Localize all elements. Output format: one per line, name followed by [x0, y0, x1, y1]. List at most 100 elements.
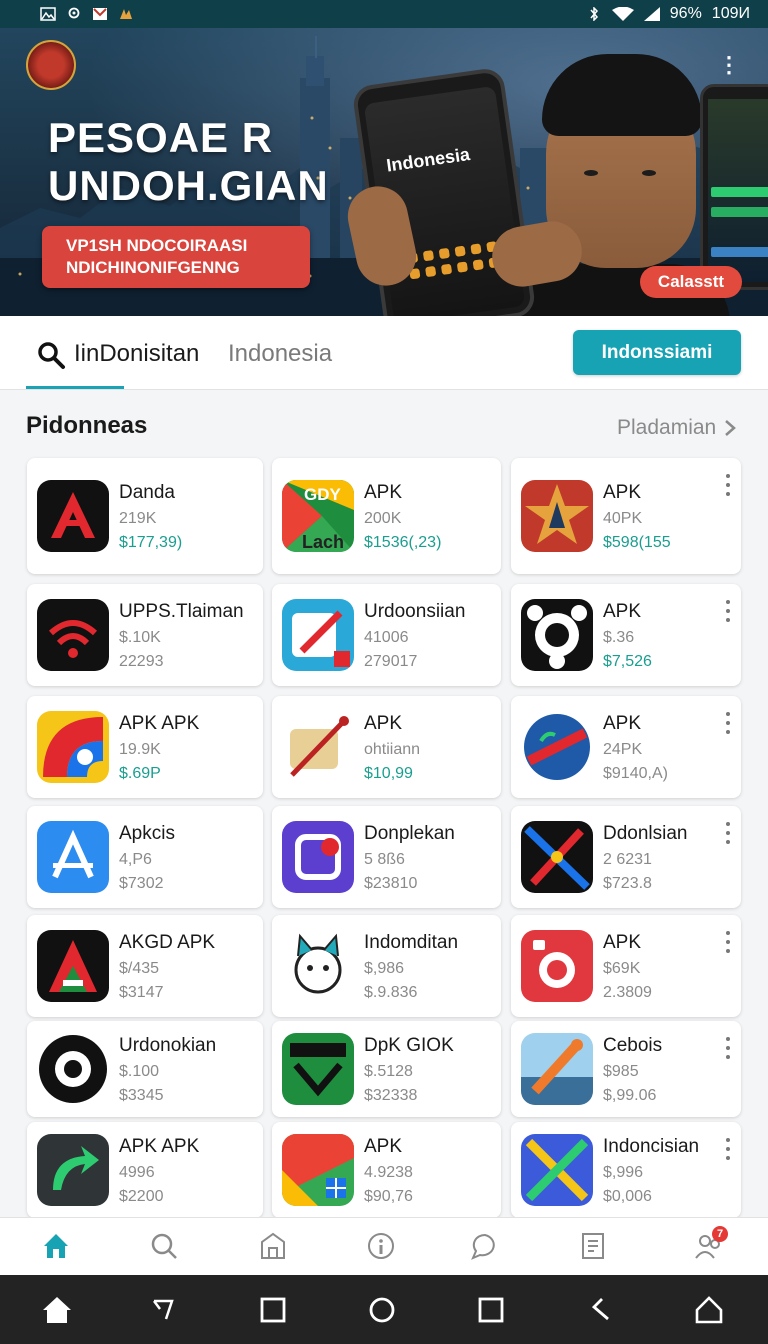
- location-icon: [68, 7, 80, 19]
- nav-home-icon[interactable]: [40, 1230, 72, 1262]
- system-back-icon[interactable]: [146, 1293, 180, 1327]
- more-options-icon[interactable]: ⋮: [718, 54, 740, 76]
- hero-banner[interactable]: PESOAE R UNDOH.GIAN VP1SH NDOCOIRAASI ND…: [0, 28, 768, 316]
- clock: 109И: [711, 5, 750, 22]
- app-card[interactable]: UPPS.Tlaiman $.10K 22293: [27, 584, 263, 686]
- card-more-icon[interactable]: [725, 600, 731, 622]
- app-meta: $.5128: [364, 1063, 413, 1080]
- wifi-swirl-icon: [37, 599, 109, 671]
- crossed-tools-icon: [521, 821, 593, 893]
- nav-store-icon[interactable]: [257, 1230, 289, 1262]
- app-card[interactable]: GDY Lach APK 200K $1536(,23): [272, 458, 501, 574]
- nav-document-icon[interactable]: [577, 1230, 609, 1262]
- card-more-icon[interactable]: [725, 712, 731, 734]
- search-bar: IinDonisitan Indonesia Indonssiami: [0, 316, 768, 390]
- system-circle-home-icon[interactable]: [365, 1293, 399, 1327]
- rainbow-swirl-icon: [37, 711, 109, 783]
- app-card[interactable]: Ddonlsian 2 6231 $723.8: [511, 806, 741, 908]
- app-price: 22293: [119, 653, 164, 670]
- app-meta: 4.9238: [364, 1164, 413, 1181]
- app-name: APK APK: [119, 713, 200, 734]
- app-price: $23810: [364, 875, 418, 892]
- status-bar: 96% 109И: [0, 0, 768, 28]
- system-navigation-bar: [0, 1275, 768, 1344]
- card-more-icon[interactable]: [725, 822, 731, 844]
- app-meta: $69K: [603, 960, 641, 977]
- crossed-pencil-icon: [521, 1134, 593, 1206]
- app-card[interactable]: APK 4.9238 $90,76: [272, 1122, 501, 1218]
- app-card[interactable]: APK 24PK $9140,A): [511, 696, 741, 798]
- app-card[interactable]: APK APK 4996 $2200: [27, 1122, 263, 1218]
- app-name: Urdoonsiian: [364, 601, 466, 622]
- chevron-right-icon: [725, 420, 737, 436]
- app-store-a-icon: [37, 821, 109, 893]
- app-card[interactable]: DpK GIOK $.5128 $32338: [272, 1021, 501, 1117]
- app-card[interactable]: APK APK 19.9K $.69P: [27, 696, 263, 798]
- app-name: APK: [364, 482, 403, 503]
- app-card[interactable]: APK 40PK $598(155: [511, 458, 741, 574]
- app-meta: ohtiiann: [364, 741, 421, 758]
- beach-pencil-icon: [521, 1033, 593, 1105]
- system-house-outline-icon[interactable]: [692, 1293, 726, 1327]
- banner-subtitle-box: VP1SH NDOCOIRAASI NDICHINONIFGENNG: [42, 226, 310, 288]
- nav-info-icon[interactable]: [365, 1230, 397, 1262]
- app-price: 2.3809: [603, 984, 652, 1001]
- system-home-icon[interactable]: [40, 1293, 74, 1327]
- app-card[interactable]: Danda 219K $177,39): [27, 458, 263, 574]
- app-price: $3147: [119, 984, 164, 1001]
- app-meta: 200K: [364, 510, 402, 527]
- search-input[interactable]: IinDonisitan: [74, 340, 199, 368]
- status-left-icons: [40, 7, 134, 21]
- banner-subtitle-line2: NDICHINONIFGENNG: [66, 258, 240, 277]
- nav-search-icon[interactable]: [148, 1230, 180, 1262]
- app-card[interactable]: Urdonokian $.100 $3345: [27, 1021, 263, 1117]
- nav-chat-icon[interactable]: [469, 1230, 501, 1262]
- gear-ring-icon: [521, 599, 593, 671]
- gallery-icon: [40, 7, 56, 21]
- see-all-link[interactable]: Pladamian: [617, 416, 737, 440]
- status-right-icons: 96% 109И: [586, 5, 750, 23]
- banner-title-line2: UNDOH.GIAN: [48, 162, 329, 209]
- search-icon[interactable]: [36, 340, 66, 370]
- card-more-icon[interactable]: [725, 931, 731, 953]
- app-price: 279017: [364, 653, 418, 670]
- app-name: DpK GIOK: [364, 1035, 454, 1056]
- app-card[interactable]: Donplekan 5 8ß6 $23810: [272, 806, 501, 908]
- card-more-icon[interactable]: [725, 1138, 731, 1160]
- app-meta: $,996: [603, 1164, 644, 1181]
- banner-subtitle-line1: VP1SH NDOCOIRAASI: [66, 236, 248, 255]
- app-price: $3345: [119, 1087, 164, 1104]
- system-square-icon[interactable]: [474, 1293, 508, 1327]
- app-price: $2200: [119, 1188, 164, 1205]
- app-name: Donplekan: [364, 823, 455, 844]
- banner-title-line1: PESOAE R: [48, 114, 274, 161]
- search-suggestion[interactable]: Indonesia: [228, 340, 332, 368]
- card-more-icon[interactable]: [725, 1037, 731, 1059]
- app-card[interactable]: APK ohtiiann $10,99: [272, 696, 501, 798]
- app-card[interactable]: APK $69K 2.3809: [511, 915, 741, 1017]
- app-price: $9140,A): [603, 765, 668, 782]
- app-card[interactable]: Apkcis 4,P6 $7302: [27, 806, 263, 908]
- gdy-lach-icon: GDY Lach: [282, 480, 354, 552]
- signal-icon: [643, 7, 660, 21]
- app-name: AKGD APK: [119, 932, 216, 953]
- pen-card-icon: [282, 599, 354, 671]
- app-price: $,99.06: [603, 1087, 657, 1104]
- app-meta: 24PK: [603, 741, 643, 758]
- app-meta: $/435: [119, 960, 160, 977]
- app-card[interactable]: Urdoonsiian 41006 279017: [272, 584, 501, 686]
- cat-mascot-icon: [282, 930, 354, 1002]
- app-price: $0,006: [603, 1188, 652, 1205]
- search-button[interactable]: Indonssiami: [573, 330, 741, 375]
- system-recents-icon[interactable]: [256, 1293, 290, 1327]
- app-name: UPPS.Tlaiman: [119, 601, 244, 622]
- system-back-alt-icon[interactable]: [584, 1293, 618, 1327]
- app-card[interactable]: APK $.36 $7,526: [511, 584, 741, 686]
- app-card[interactable]: Indomditan $,986 $.9.836: [272, 915, 501, 1017]
- banner-cta-button[interactable]: Calasstt: [640, 266, 742, 298]
- app-card[interactable]: Indoncisian $,996 $0,006: [511, 1122, 741, 1218]
- card-more-icon[interactable]: [725, 474, 731, 496]
- app-card[interactable]: Cebois $985 $,99.06: [511, 1021, 741, 1117]
- app-card[interactable]: AKGD APK $/435 $3147: [27, 915, 263, 1017]
- app-name: Cebois: [603, 1035, 663, 1056]
